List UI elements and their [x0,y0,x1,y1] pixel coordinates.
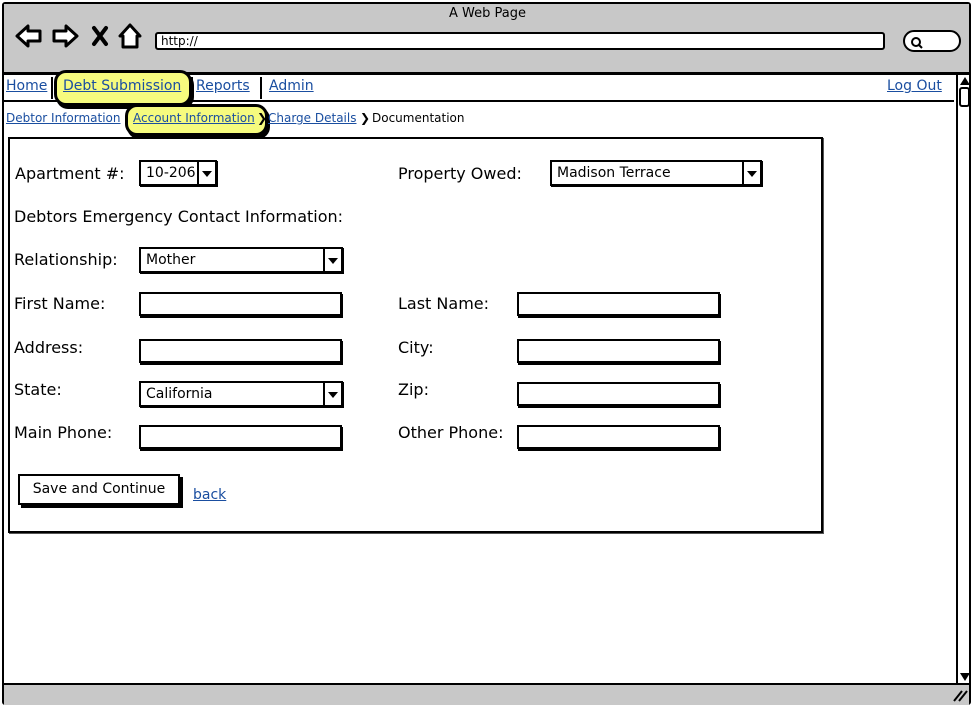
nav-debt-submission[interactable]: Debt Submission [63,78,181,94]
dropdown-arrow-icon [742,162,760,184]
status-bar [4,683,969,705]
breadcrumb-charge-details[interactable]: Charge Details [268,111,356,125]
dropdown-arrow-icon [197,162,215,184]
apartment-value: 10-206 [146,165,196,181]
relationship-select[interactable]: Mother [139,247,343,273]
resize-grip-icon[interactable] [952,688,968,702]
window-title: A Web Page [449,6,526,21]
relationship-label: Relationship: [14,250,118,269]
stop-icon[interactable] [92,26,108,46]
address-field[interactable] [139,339,342,363]
emergency-contact-heading: Debtors Emergency Contact Information: [14,207,344,226]
home-icon[interactable] [118,23,142,49]
scrollbar-graphics [959,77,970,681]
zip-field[interactable] [517,382,720,406]
breadcrumb-debtor-information[interactable]: Debtor Information [6,111,121,125]
first-name-field[interactable] [139,292,342,316]
save-and-continue-button[interactable]: Save and Continue [18,474,180,505]
nav-reports[interactable]: Reports [196,78,250,94]
main-phone-field[interactable] [139,425,342,449]
city-label: City: [398,338,434,357]
forward-arrow-icon[interactable] [52,24,79,48]
chevron-right-icon: ❯ [360,111,371,125]
chevron-right-icon: ❯ [257,111,268,125]
last-name-field[interactable] [517,292,720,316]
dropdown-arrow-icon [323,383,341,405]
other-phone-label: Other Phone: [398,423,504,442]
state-select[interactable]: California [139,381,343,407]
state-value: California [146,386,213,402]
property-owed-label: Property Owed: [398,164,522,183]
breadcrumb-account-information[interactable]: Account Information [133,111,255,125]
last-name-label: Last Name: [398,294,490,313]
property-owed-value: Madison Terrace [557,165,671,181]
dropdown-arrow-icon [323,249,341,271]
scroll-thumb[interactable] [959,87,970,107]
first-name-label: First Name: [14,294,106,313]
nav-divider [260,77,262,99]
browser-nav-icons [15,23,142,49]
state-label: State: [14,380,62,399]
back-link[interactable]: back [193,487,226,503]
apartment-select[interactable]: 10-206 [139,160,217,186]
scroll-up-icon[interactable] [960,77,970,85]
browser-search-box[interactable] [903,30,961,52]
nav-home[interactable]: Home [6,78,47,94]
breadcrumb-documentation: Documentation [372,111,465,125]
property-owed-select[interactable]: Madison Terrace [550,160,762,186]
back-arrow-icon[interactable] [15,24,42,48]
address-label: Address: [14,338,84,357]
url-input[interactable]: http:// [155,32,885,50]
nav-logout[interactable]: Log Out [887,78,942,94]
nav-divider [191,77,193,99]
vertical-scrollbar[interactable] [956,75,973,685]
apartment-label: Apartment #: [15,164,125,183]
nav-divider [51,77,53,99]
search-icon [911,37,923,49]
scroll-down-icon[interactable] [960,673,970,681]
zip-label: Zip: [398,380,429,399]
other-phone-field[interactable] [517,425,720,449]
city-field[interactable] [517,339,720,363]
main-phone-label: Main Phone: [14,423,113,442]
relationship-value: Mother [146,252,196,268]
nav-admin[interactable]: Admin [269,78,314,94]
